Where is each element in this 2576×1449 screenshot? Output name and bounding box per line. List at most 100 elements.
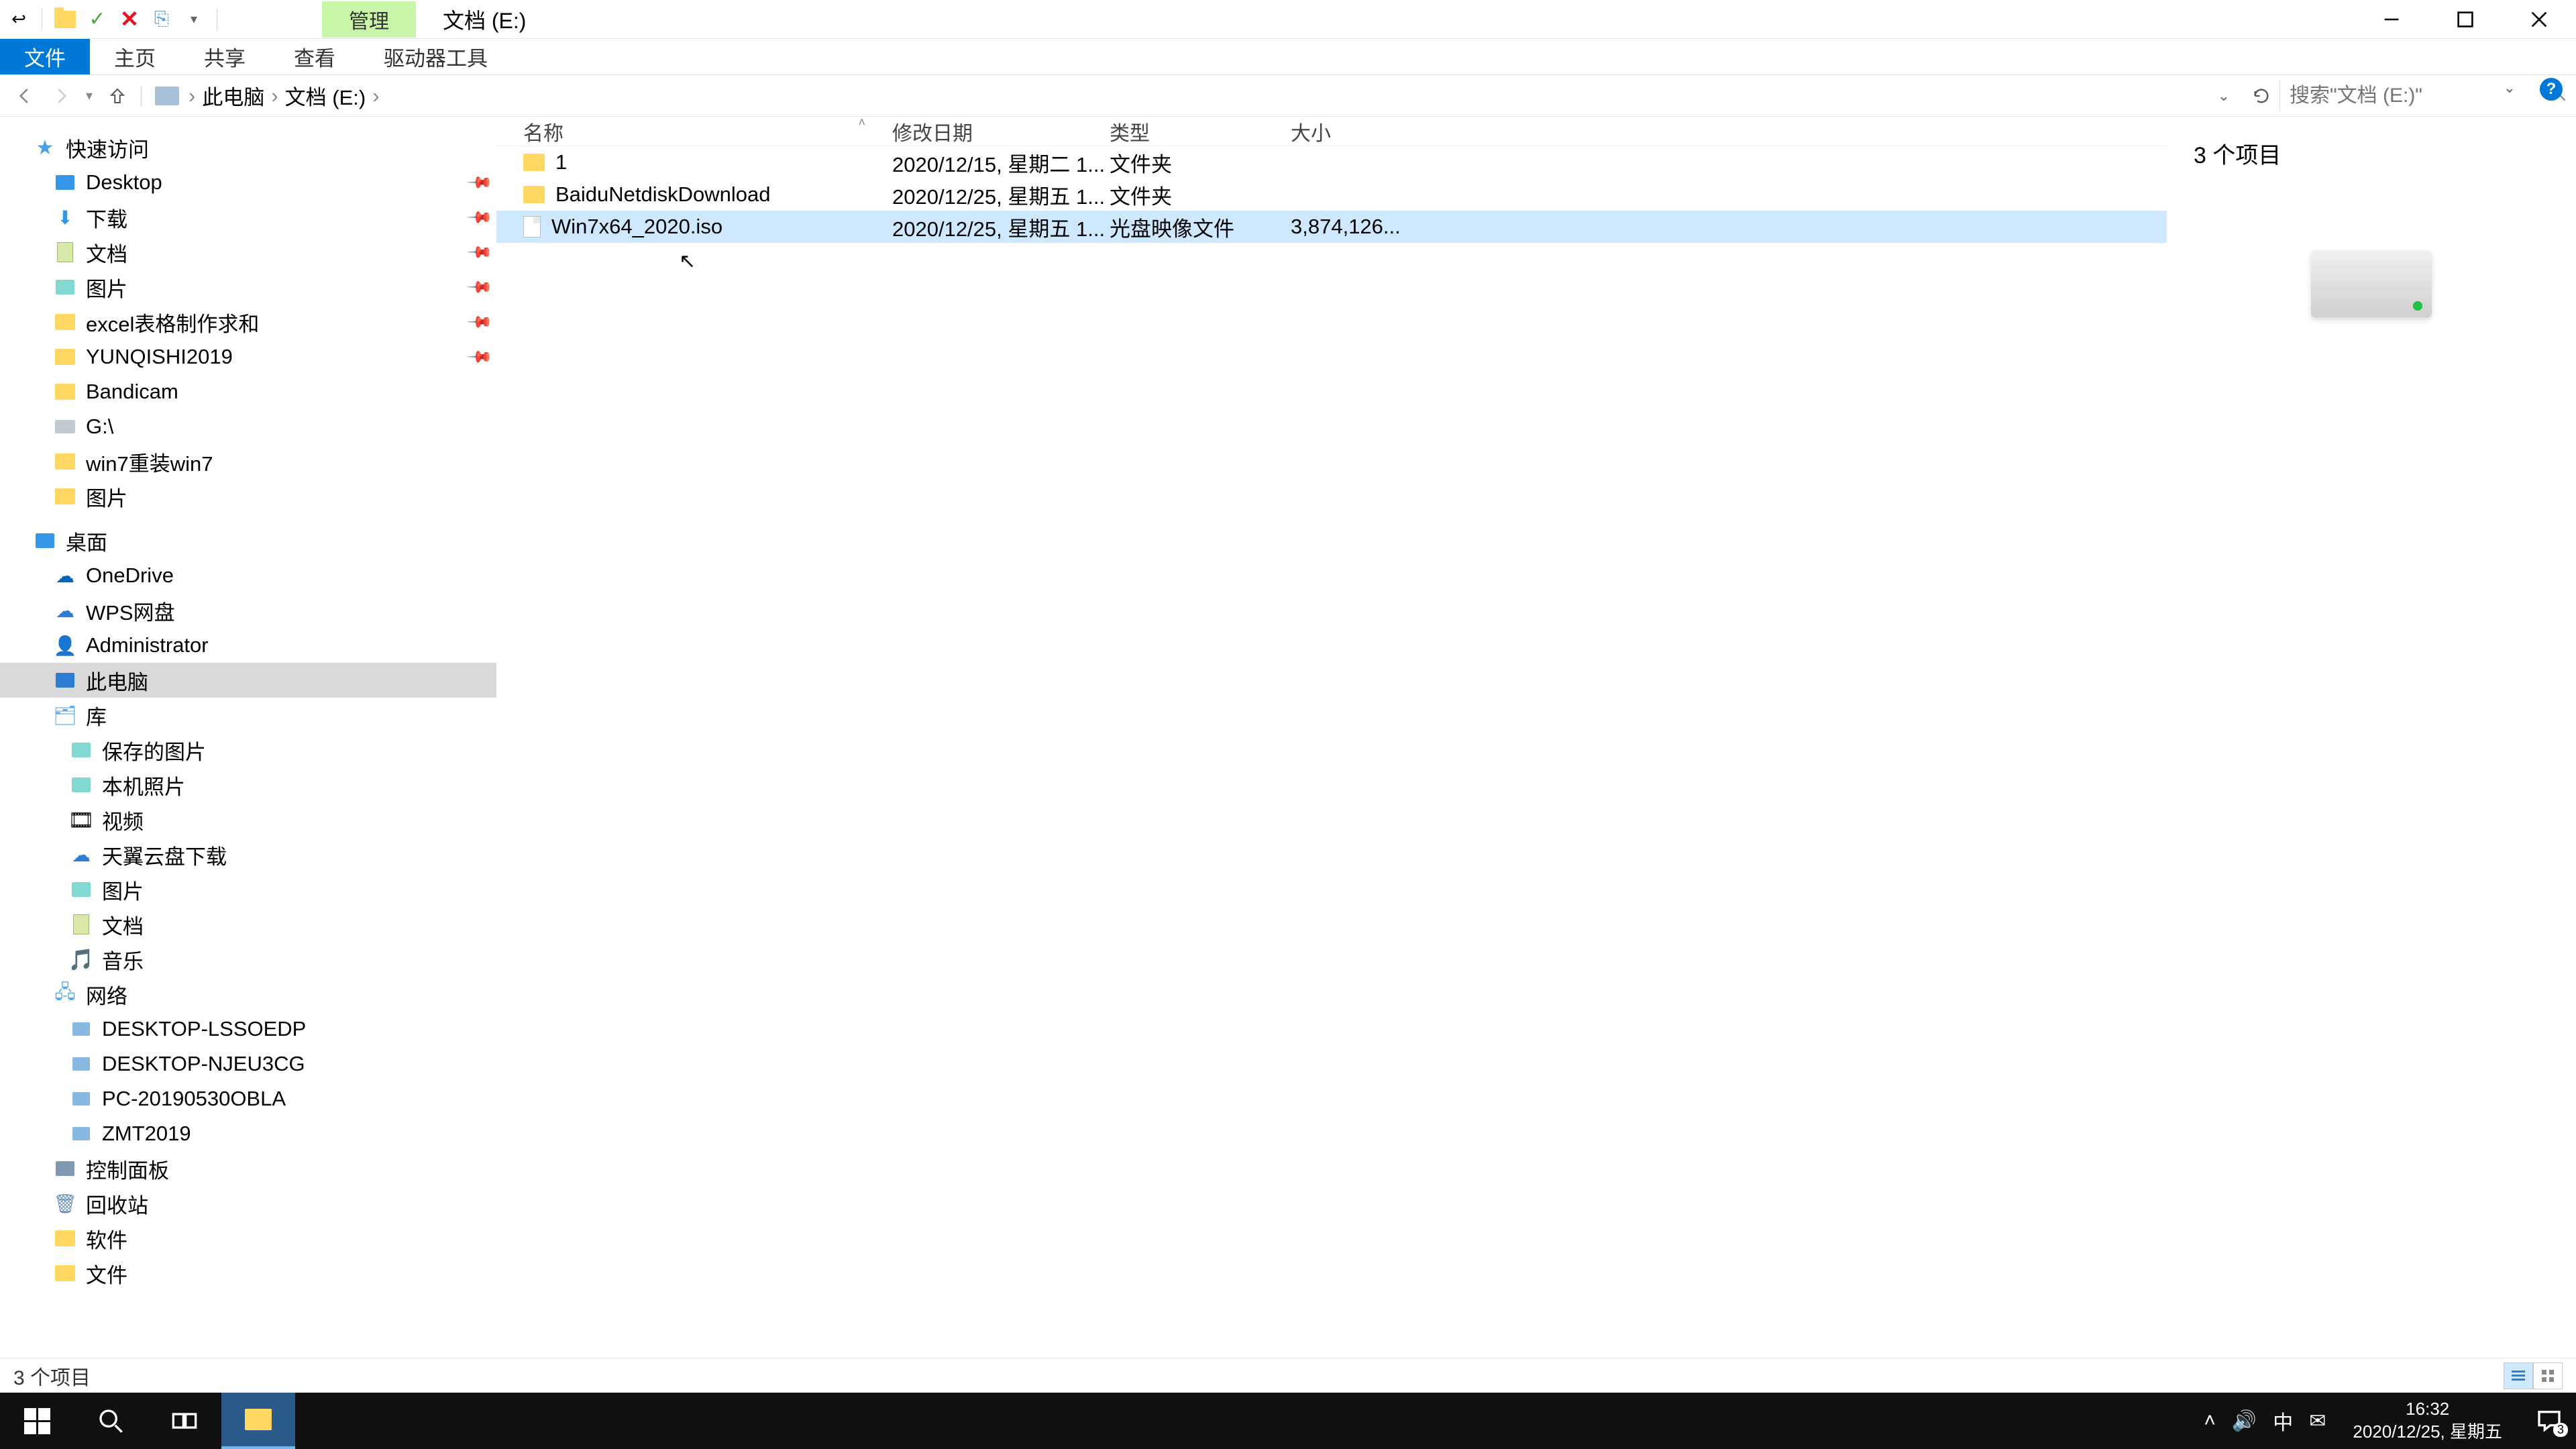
pc-icon <box>70 1122 93 1145</box>
details-view-button[interactable] <box>2504 1362 2533 1389</box>
folder-icon <box>54 1262 76 1285</box>
nav-lib-pictures[interactable]: 图片 <box>0 872 496 907</box>
minimize-button[interactable] <box>2355 0 2428 39</box>
navigation-bar: ▾ › 此电脑 › 文档 (E:) › ⌄ <box>0 75 2576 117</box>
chevron-right-icon[interactable]: › <box>186 84 198 108</box>
column-type[interactable]: 类型 <box>1110 117 1291 146</box>
task-view-button[interactable] <box>148 1393 221 1449</box>
nav-desktop[interactable]: Desktop📌 <box>0 165 496 200</box>
nav-excel-folder[interactable]: excel表格制作求和📌 <box>0 305 496 339</box>
nav-net-pc3[interactable]: PC-20190530OBLA <box>0 1081 496 1116</box>
nav-libraries[interactable]: 🗂库 <box>0 698 496 733</box>
search-box[interactable] <box>2279 80 2568 111</box>
tab-share[interactable]: 共享 <box>180 39 270 74</box>
breadcrumb-this-pc[interactable]: 此电脑 <box>198 80 268 111</box>
nav-this-pc[interactable]: 此电脑 <box>0 663 496 698</box>
tab-file[interactable]: 文件 <box>0 39 90 74</box>
file-row[interactable]: Win7x64_2020.iso2020/12/25, 星期五 1...光盘映像… <box>496 211 2167 243</box>
pc-icon <box>70 1053 93 1075</box>
preview-item-count: 3 个项目 <box>2194 137 2549 170</box>
nav-onedrive[interactable]: ☁OneDrive <box>0 558 496 593</box>
maximize-button[interactable] <box>2428 0 2502 39</box>
tray-chevron-up-icon[interactable]: ˄ <box>2204 1409 2216 1432</box>
nav-camera-roll[interactable]: 本机照片 <box>0 767 496 802</box>
refresh-button[interactable] <box>2246 80 2277 111</box>
nav-documents[interactable]: 文档📌 <box>0 235 496 270</box>
nav-net-pc2[interactable]: DESKTOP-NJEU3CG <box>0 1046 496 1081</box>
taskbar-file-explorer[interactable] <box>221 1393 295 1449</box>
nav-bandicam[interactable]: Bandicam <box>0 374 496 409</box>
qat-app-icon[interactable]: ↩ <box>4 5 34 34</box>
nav-videos[interactable]: 🎞视频 <box>0 802 496 837</box>
back-button[interactable] <box>8 79 42 113</box>
tab-drive-tools[interactable]: 驱动器工具 <box>360 39 512 74</box>
file-row[interactable]: BaiduNetdiskDownload2020/12/25, 星期五 1...… <box>496 178 2167 211</box>
nav-desktop-root[interactable]: 桌面 <box>0 523 496 558</box>
nav-downloads[interactable]: ⬇下载📌 <box>0 200 496 235</box>
drive-icon <box>54 415 76 438</box>
pin-icon: 📌 <box>466 238 494 266</box>
qat-properties-icon[interactable]: ✓ <box>83 5 112 34</box>
close-button[interactable] <box>2502 0 2576 39</box>
drive-preview-icon <box>2311 250 2432 317</box>
nav-saved-pictures[interactable]: 保存的图片 <box>0 733 496 767</box>
column-name[interactable]: 名称˄ <box>496 117 892 146</box>
nav-files[interactable]: 文件 <box>0 1256 496 1291</box>
chevron-right-icon[interactable]: › <box>268 84 280 108</box>
window-controls <box>2355 0 2576 39</box>
breadcrumb-drive[interactable]: 文档 (E:) <box>281 80 370 111</box>
help-icon[interactable]: ? <box>2540 78 2563 101</box>
desktop-icon <box>54 171 76 194</box>
nav-pictures2[interactable]: 图片 <box>0 479 496 514</box>
volume-icon[interactable]: 🔊 <box>2232 1409 2257 1433</box>
explorer-body: ★快速访问 Desktop📌 ⬇下载📌 文档📌 图片📌 excel表格制作求和📌… <box>0 117 2576 1358</box>
tab-view[interactable]: 查看 <box>270 39 360 74</box>
nav-software[interactable]: 软件 <box>0 1221 496 1256</box>
file-row[interactable]: 12020/12/15, 星期二 1...文件夹 <box>496 146 2167 178</box>
tab-home[interactable]: 主页 <box>90 39 180 74</box>
nav-net-pc1[interactable]: DESKTOP-LSSOEDP <box>0 1012 496 1046</box>
nav-quick-access[interactable]: ★快速访问 <box>0 130 496 165</box>
ribbon-collapse-icon[interactable]: ⌄ <box>2504 79 2516 97</box>
qat-delete-icon[interactable]: ✕ <box>115 5 144 34</box>
panel-icon <box>54 1157 76 1180</box>
nav-pictures[interactable]: 图片📌 <box>0 270 496 305</box>
file-name: Win7x64_2020.iso <box>551 215 722 239</box>
recent-dropdown-icon[interactable]: ▾ <box>80 79 98 113</box>
column-date[interactable]: 修改日期 <box>892 117 1110 146</box>
title-bar: ↩ ✓ ✕ ⎘ ▾ 管理 文档 (E:) <box>0 0 2576 39</box>
nav-win7reinstall[interactable]: win7重装win7 <box>0 444 496 479</box>
nav-net-pc4[interactable]: ZMT2019 <box>0 1116 496 1151</box>
search-button[interactable] <box>74 1393 148 1449</box>
nav-yunqishi[interactable]: YUNQISHI2019📌 <box>0 339 496 374</box>
clock[interactable]: 16:32 2020/12/25, 星期五 <box>2342 1398 2513 1444</box>
start-button[interactable] <box>0 1393 74 1449</box>
pc-icon <box>70 1018 93 1040</box>
address-bar[interactable]: › 此电脑 › 文档 (E:) › ⌄ <box>148 80 2243 111</box>
nav-control-panel[interactable]: 控制面板 <box>0 1151 496 1186</box>
action-center-button[interactable]: 3 <box>2529 1401 2569 1441</box>
tray-app-icon[interactable]: ✉ <box>2309 1409 2326 1433</box>
nav-network[interactable]: 🖧网络 <box>0 977 496 1012</box>
folder-icon <box>523 154 545 171</box>
nav-wps[interactable]: ☁WPS网盘 <box>0 593 496 628</box>
desktop-icon <box>34 529 56 552</box>
cloud-icon: ☁ <box>70 843 93 866</box>
nav-lib-documents[interactable]: 文档 <box>0 907 496 942</box>
nav-music[interactable]: 🎵音乐 <box>0 942 496 977</box>
up-button[interactable] <box>101 79 134 113</box>
address-dropdown-icon[interactable]: ⌄ <box>2211 87 2237 105</box>
chevron-right-icon[interactable]: › <box>370 84 382 108</box>
nav-gdrive[interactable]: G:\ <box>0 409 496 444</box>
qat-new-icon[interactable]: ⎘ <box>147 5 176 34</box>
forward-button[interactable] <box>44 79 78 113</box>
column-size[interactable]: 大小 <box>1291 117 1398 146</box>
ime-indicator[interactable]: 中 <box>2273 1406 2293 1436</box>
icons-view-button[interactable] <box>2533 1362 2563 1389</box>
qat-dropdown-icon[interactable]: ▾ <box>179 5 209 34</box>
nav-tianyi[interactable]: ☁天翼云盘下载 <box>0 837 496 872</box>
qat-folder-icon[interactable] <box>50 5 80 34</box>
nav-administrator[interactable]: 👤Administrator <box>0 628 496 663</box>
ribbon-contextual-tab[interactable]: 管理 <box>322 1 416 38</box>
nav-recycle-bin[interactable]: 🗑回收站 <box>0 1186 496 1221</box>
